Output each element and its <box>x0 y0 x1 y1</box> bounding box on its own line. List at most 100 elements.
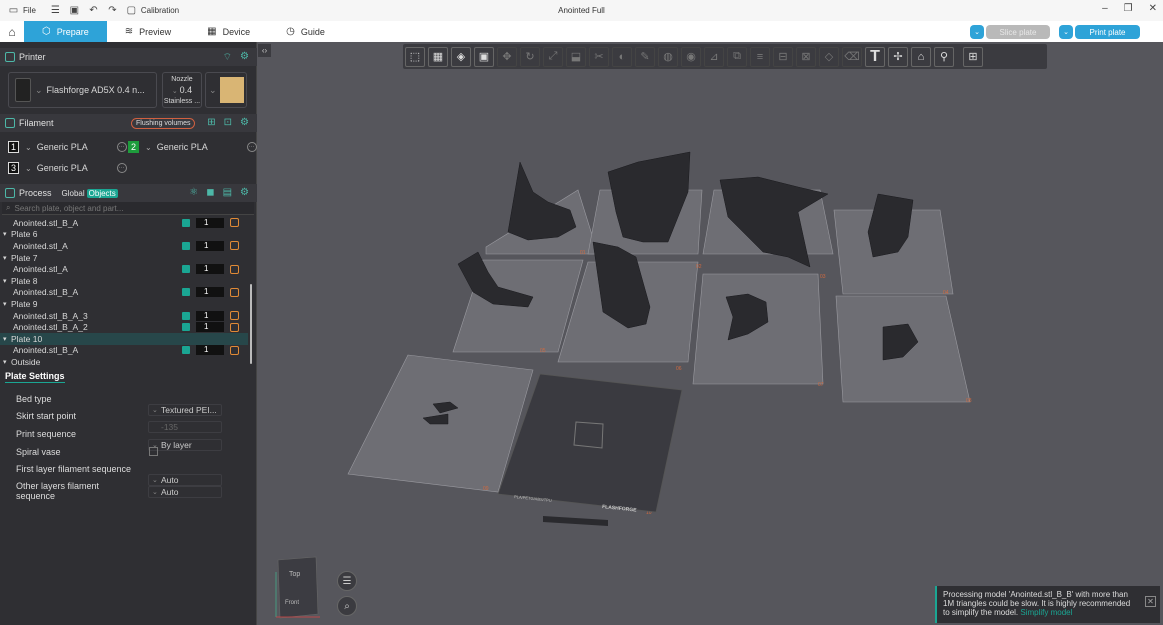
printer-selector[interactable]: ⌄ Flashforge AD5X 0.4 n... <box>8 72 157 108</box>
tree-object-row[interactable]: Anointed.stl_B_A_3 1 <box>0 310 248 322</box>
tab-guide[interactable]: ◷ Guide <box>268 21 343 42</box>
svg-icon[interactable]: ✢ <box>888 46 908 67</box>
more-icon[interactable]: ··· <box>246 142 257 152</box>
edit-object-icon[interactable] <box>230 322 239 332</box>
tree-plate-row[interactable]: Plate 8 ▾ <box>0 275 248 287</box>
slice-dropdown-icon[interactable]: ⌄ <box>970 25 984 39</box>
move-icon[interactable]: ✥ <box>497 46 517 67</box>
color-paint-icon[interactable]: ◉ <box>681 46 701 67</box>
delete-icon[interactable]: ⌫ <box>842 46 862 67</box>
instance-count[interactable]: 1 <box>196 322 224 333</box>
text-icon[interactable]: T <box>865 46 885 67</box>
toggle-icon[interactable]: ◼ <box>206 187 214 198</box>
filament-slot-1[interactable]: 1 ⌄ Generic PLA ··· <box>8 140 127 154</box>
save-icon[interactable]: ▣ <box>69 5 80 16</box>
add-filament-icon[interactable]: ⊞ <box>207 117 215 128</box>
edit-filament-icon[interactable]: ⊡ <box>224 117 232 128</box>
tree-scrollbar[interactable] <box>250 284 252 364</box>
variable-layer-icon[interactable]: ≡ <box>750 46 770 67</box>
more-icon[interactable]: ··· <box>116 142 127 152</box>
other-layers-sequence-select[interactable]: ⌄ Auto <box>148 486 222 498</box>
instance-count[interactable]: 1 <box>196 264 224 275</box>
orient-icon[interactable]: ◇ <box>819 46 839 67</box>
tree-object-row[interactable]: Anointed.stl_A 1 <box>0 263 248 275</box>
tab-device[interactable]: ▦ Device <box>189 21 268 42</box>
expand-arrow-icon[interactable]: ▾ <box>3 254 7 262</box>
emboss-icon[interactable]: ⌂ <box>911 46 931 67</box>
mesh-boolean-icon[interactable]: ◐ <box>612 46 632 67</box>
filament-slot-3[interactable]: 3 ⌄ Generic PLA ··· <box>8 161 127 175</box>
visibility-checkbox[interactable] <box>182 323 190 332</box>
print-dropdown-icon[interactable]: ⌄ <box>1059 25 1073 39</box>
edit-object-icon[interactable] <box>230 218 239 228</box>
tab-preview[interactable]: ≋ Preview <box>107 21 189 42</box>
view-cube[interactable]: Top Front <box>275 556 320 619</box>
edit-object-icon[interactable] <box>230 345 239 355</box>
layers-menu-icon[interactable]: ☰ <box>337 571 357 591</box>
tree-plate-row[interactable]: Plate 10 ▾ <box>0 333 248 345</box>
process-settings-icon[interactable]: ⚙ <box>240 187 249 198</box>
simplify-model-link[interactable]: Simplify model <box>1020 608 1072 617</box>
visibility-checkbox[interactable] <box>182 241 190 250</box>
grid-icon[interactable]: ▦ <box>428 46 448 67</box>
tab-global[interactable]: Global <box>60 189 87 198</box>
visibility-checkbox[interactable] <box>182 346 190 355</box>
rotate-icon[interactable]: ↻ <box>520 46 540 67</box>
instance-count[interactable]: 1 <box>196 287 224 298</box>
arrange-icon[interactable]: ◈ <box>451 46 471 67</box>
seam-paint-icon[interactable]: ◍ <box>658 46 678 67</box>
edit-object-icon[interactable] <box>230 311 239 321</box>
lay-on-face-icon[interactable]: ⬓ <box>566 46 586 67</box>
build-plate-07[interactable] <box>692 273 824 385</box>
printer-settings-icon[interactable]: ⚙ <box>240 51 249 64</box>
tree-plate-row[interactable]: Plate 7 ▾ <box>0 252 248 264</box>
expand-arrow-icon[interactable]: ▾ <box>3 335 7 343</box>
tree-object-row[interactable]: Anointed.stl_B_A 1 <box>0 217 248 229</box>
tree-object-row[interactable]: Anointed.stl_B_A 1 <box>0 287 248 299</box>
instance-count[interactable]: 1 <box>196 217 224 228</box>
tab-prepare[interactable]: ⬡ Prepare <box>24 21 107 42</box>
tree-object-row[interactable]: Anointed.stl_B_A 1 <box>0 345 248 357</box>
file-menu[interactable]: ▭ File <box>8 5 36 16</box>
expand-arrow-icon[interactable]: ▾ <box>3 300 7 308</box>
zoom-icon[interactable]: ⌕ <box>337 596 357 616</box>
expand-arrow-icon[interactable]: ▾ <box>3 358 7 366</box>
edit-object-icon[interactable] <box>230 264 239 274</box>
brim-ears-icon[interactable]: ⚲ <box>934 46 954 67</box>
3d-viewport[interactable]: 01 02 03 04 05 06 07 08 09 10 FLASHFORGE… <box>258 42 1163 625</box>
assembly-icon[interactable]: ⧉ <box>727 46 747 67</box>
edit-object-icon[interactable] <box>230 287 239 297</box>
calibration-menu[interactable]: ▢ Calibration <box>126 5 179 16</box>
tree-plate-row[interactable]: Outside ▾ <box>0 356 248 368</box>
split-parts-icon[interactable]: ⊠ <box>796 46 816 67</box>
visibility-checkbox[interactable] <box>182 311 190 320</box>
add-object-icon[interactable]: ⬚ <box>405 46 425 67</box>
tree-object-row[interactable]: Anointed.stl_A 1 <box>0 240 248 252</box>
redo-icon[interactable]: ↷ <box>107 5 118 16</box>
visibility-checkbox[interactable] <box>182 288 190 297</box>
minimize-icon[interactable]: – <box>1102 3 1108 14</box>
expand-arrow-icon[interactable]: ▾ <box>3 230 7 238</box>
expand-arrow-icon[interactable]: ▾ <box>3 277 7 285</box>
plate-type-selector[interactable]: ⌄ <box>205 72 247 108</box>
cut-icon[interactable]: ✂ <box>589 46 609 67</box>
tree-plate-row[interactable]: Plate 9 ▾ <box>0 298 248 310</box>
plate-icon[interactable]: ▣ <box>474 46 494 67</box>
instance-count[interactable]: 1 <box>196 240 224 251</box>
close-notification-icon[interactable]: ✕ <box>1145 596 1156 607</box>
tree-object-row[interactable]: Anointed.stl_B_A_2 1 <box>0 321 248 333</box>
support-paint-icon[interactable]: ✎ <box>635 46 655 67</box>
filament-slot-2[interactable]: 2 ⌄ Generic PLA ··· <box>128 140 257 154</box>
home-icon[interactable]: ⌂ <box>0 25 24 39</box>
close-icon[interactable]: ✕ <box>1149 3 1157 14</box>
filament-settings-icon[interactable]: ⚙ <box>240 117 249 128</box>
print-plate-button[interactable]: ⌄ Print plate <box>1059 25 1140 39</box>
flushing-volumes-button[interactable]: Flushing volumes <box>131 118 196 129</box>
layout-icon[interactable]: ⊞ <box>963 46 983 67</box>
scale-icon[interactable]: ⤢ <box>543 46 563 67</box>
undo-icon[interactable]: ↶ <box>88 5 99 16</box>
instance-count[interactable]: 1 <box>196 345 224 356</box>
instance-count[interactable]: 1 <box>196 310 224 321</box>
menu-icon[interactable]: ☰ <box>50 5 61 16</box>
tab-objects[interactable]: Objects <box>86 188 118 198</box>
